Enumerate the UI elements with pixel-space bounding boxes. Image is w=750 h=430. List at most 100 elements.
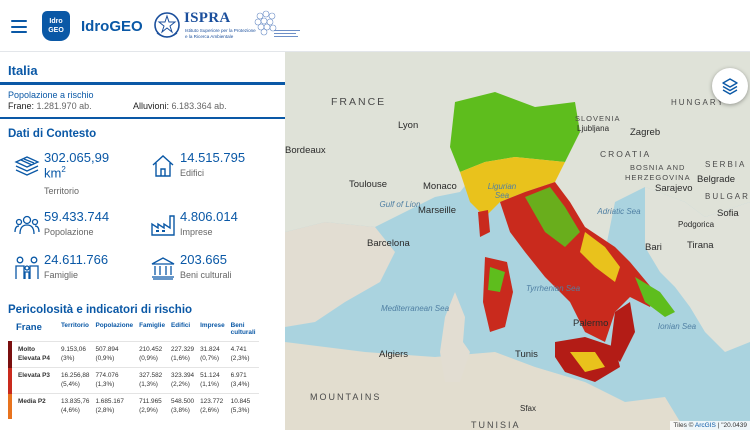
basemap	[285, 52, 750, 430]
layers-icon	[722, 78, 738, 95]
header-frane[interactable]: Frane	[10, 320, 58, 342]
family-icon	[15, 256, 39, 279]
label-podgorica: Podgorica	[678, 220, 715, 229]
cell-percent: (0,7%)	[200, 354, 219, 362]
cell-value: 774.076	[95, 372, 119, 379]
beni-value: 203.665	[180, 252, 227, 267]
ispra-name: ISPRA	[184, 10, 231, 26]
label-serbia: SERBIA	[705, 160, 747, 169]
table-cell: 6.971 (3,4%)	[227, 367, 259, 394]
cell-value: 9.153,06	[61, 346, 86, 353]
attribution-link[interactable]: ArcGIS	[695, 422, 716, 429]
header-edifici: Edifici	[171, 322, 191, 329]
label-bordeaux: Bordeaux	[285, 145, 326, 156]
label-lyon: Lyon	[398, 120, 419, 131]
label-bulgaria: BULGARIA	[705, 192, 750, 201]
cell-percent: (3%)	[61, 354, 75, 362]
land-africa	[285, 342, 685, 430]
cell-percent: (2,2%)	[171, 380, 190, 388]
risk-class: Elevata P3	[8, 367, 58, 394]
label-gulf-of-lion: Gulf of Lion	[379, 200, 421, 209]
panel-divider	[0, 82, 285, 85]
label-algiers: Algiers	[379, 349, 409, 360]
house-icon	[152, 155, 174, 177]
label-belgrade: Belgrade	[697, 174, 736, 185]
label-ligurian-sea: Ligurian Sea	[487, 182, 517, 200]
cell-percent: (2,8%)	[95, 406, 115, 414]
popolazione-value: 59.433.744	[44, 209, 110, 224]
attribution-prefix: Tiles ©	[673, 422, 694, 429]
popolazione-label: Popolazione	[44, 227, 94, 237]
layers-button[interactable]	[712, 68, 748, 104]
cell-percent: (4,6%)	[61, 406, 80, 414]
table-cell: 227.329 (1,6%)	[168, 341, 198, 368]
alluvioni-value: 6.183.364 ab.	[171, 101, 227, 111]
cell-percent: (2,9%)	[139, 406, 158, 414]
table-row[interactable]: Molto Elevata P4 9.153,06 (3%) 507.894 (0,…	[8, 341, 259, 368]
cell-value: 13.835,76	[61, 398, 90, 405]
table-cell: 548.500 (3,8%)	[168, 393, 198, 419]
cell-percent: (0,9%)	[95, 354, 115, 362]
snpa-logo-icon	[254, 10, 300, 37]
cell-value: 227.329	[171, 346, 195, 353]
table-cell: 123.772 (2,6%)	[197, 393, 228, 419]
label-mountains: MOUNTAINS	[310, 392, 382, 402]
population-at-risk-label: Popolazione a rischio	[8, 90, 94, 100]
italian-emblem-icon	[154, 12, 180, 38]
cell-percent: (1,3%)	[95, 380, 115, 388]
app-header: Idro GEO IdroGEO ISPRA Istituto Superior…	[0, 0, 750, 52]
cell-value: 51.124	[200, 372, 220, 379]
imprese-value: 4.806.014	[180, 209, 238, 224]
museum-icon	[151, 257, 175, 280]
app-name[interactable]: IdroGEO	[81, 18, 143, 35]
people-icon	[14, 215, 40, 235]
risk-zone-corsica	[478, 210, 490, 237]
cell-percent: (1,3%)	[139, 380, 158, 388]
table-cell: 10.845 (5,3%)	[227, 393, 259, 419]
label-barcelona: Barcelona	[367, 238, 410, 249]
region-title: Italia	[8, 63, 38, 78]
risk-class: Molto Elevata P4	[8, 341, 58, 368]
cell-percent: (3,4%)	[230, 380, 250, 388]
map-view[interactable]: FRANCE HUNGARY SLOVENIA CROATIA BOSNIA A…	[285, 52, 750, 430]
territorio-label: Territorio	[44, 186, 80, 196]
label-hungary: HUNGARY	[671, 98, 725, 107]
risk-table: Frane Territorio Popolazione Famiglie Ed…	[8, 320, 259, 419]
cell-value: 210.452	[139, 346, 163, 353]
label-tunis: Tunis	[515, 349, 538, 360]
territorio-number: 302.065,99	[44, 150, 110, 165]
context-section-title: Dati di Contesto	[8, 128, 97, 140]
logo-text-line2: GEO	[48, 27, 64, 34]
idrogeo-logo: Idro GEO	[42, 11, 70, 41]
table-cell: 51.124 (1,1%)	[197, 367, 228, 394]
table-row[interactable]: Elevata P3 16.256,88 (5,4%) 774.076 (1,3%)…	[8, 367, 259, 394]
alluvioni-label: Alluvioni:	[133, 101, 170, 111]
edifici-value: 14.515.795	[180, 150, 246, 165]
frane-label: Frane:	[8, 101, 35, 111]
label-palermo: Palermo	[573, 318, 609, 329]
territorio-unit-text: km	[44, 165, 62, 181]
table-row[interactable]: Media P2 13.835,76 (4,6%) 1.685.167 (2,8%)…	[8, 393, 259, 419]
header-beni: Beni culturali	[230, 322, 256, 336]
table-cell: 323.394 (2,2%)	[168, 367, 198, 394]
cell-value: 16.256,88	[61, 372, 90, 379]
edifici-label: Edifici	[180, 168, 205, 178]
ispra-subtitle-2: e la Ricerca Ambientale	[185, 34, 234, 39]
attribution-separator: |	[717, 422, 720, 429]
risk-zone-sardinia	[483, 257, 513, 332]
cell-value: 323.394	[171, 372, 195, 379]
cell-percent: (5,3%)	[230, 406, 250, 414]
imprese-label: Imprese	[180, 227, 213, 237]
menu-icon[interactable]	[11, 20, 27, 33]
table-cell: 711.965 (2,9%)	[136, 393, 169, 419]
header-territorio: Territorio	[61, 322, 89, 329]
label-ljubljana: Ljubljana	[577, 124, 610, 133]
famiglie-value: 24.611.766	[44, 252, 109, 267]
label-tunisia: TUNISIA	[471, 420, 521, 430]
label-herzegovina: HERZEGOVINA	[625, 173, 691, 182]
cell-value: 711.965	[139, 398, 162, 405]
famiglie-label: Famiglie	[44, 270, 79, 280]
ispra-subtitle-1: Istituto Superiore per la Protezione	[185, 28, 256, 33]
cell-value: 123.772	[200, 398, 224, 405]
map-attribution: Tiles © ArcGIS | "20.0439	[670, 421, 750, 430]
